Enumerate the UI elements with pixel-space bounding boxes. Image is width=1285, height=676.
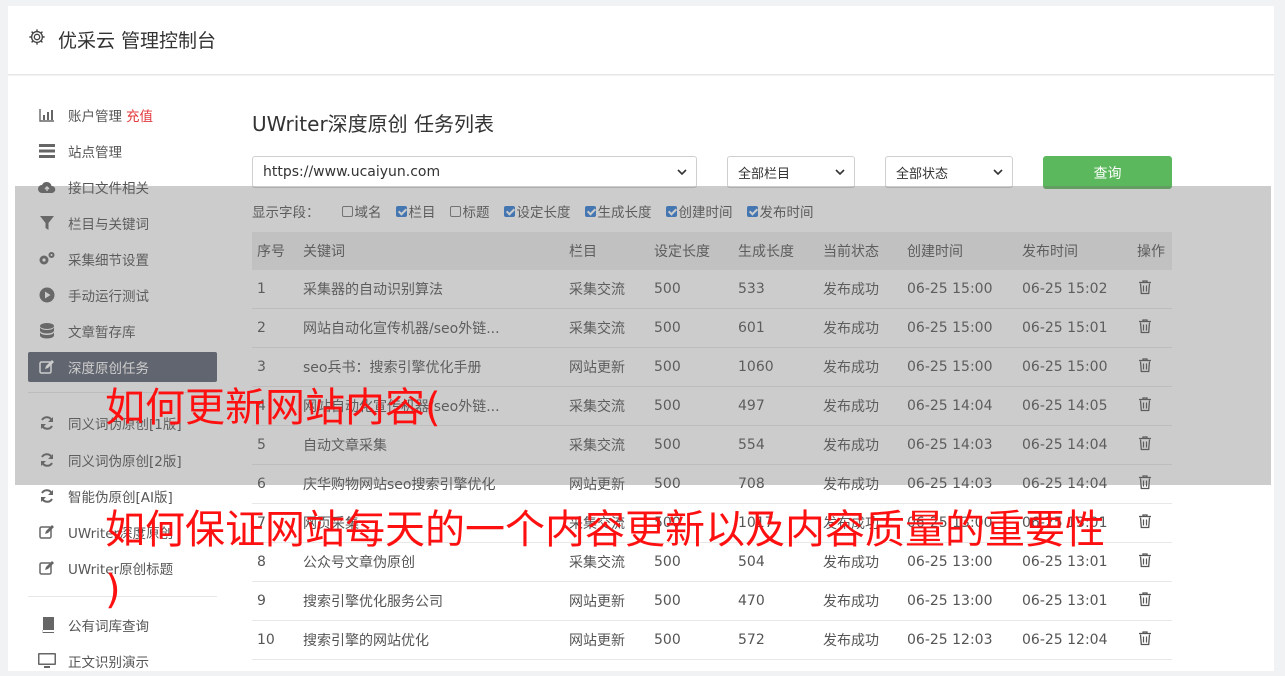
keyword-cell: 搜索引擎的网站优化 — [298, 620, 564, 660]
published-time-cell: 06-25 12:04 — [1017, 620, 1132, 660]
site-select[interactable]: https://www.ucaiyun.com — [252, 156, 697, 188]
monitor-icon — [38, 652, 56, 670]
chevron-down-icon — [677, 169, 687, 176]
trash-icon[interactable] — [1137, 513, 1153, 529]
status-cell: 发布成功 — [818, 620, 902, 660]
sidebar-item-label: 账户管理 — [68, 109, 122, 125]
gear-icon — [29, 29, 45, 45]
status-select[interactable]: 全部状态 — [885, 156, 1013, 188]
gray-overlay-band — [15, 186, 1271, 485]
column-cell: 网站更新 — [564, 581, 649, 621]
refresh-icon — [38, 487, 56, 505]
table-row: 9 搜索引擎优化服务公司 网站更新 500 470 发布成功 06-25 13:00 06-2… — [252, 581, 1172, 621]
created-time-cell: 06-25 12:03 — [902, 620, 1017, 660]
keyword-cell: 搜索引擎优化服务公司 — [298, 581, 564, 621]
top-header: 优采云 管理控制台 — [8, 6, 1274, 75]
chevron-down-icon — [835, 169, 845, 176]
column-cell: 网站更新 — [564, 620, 649, 660]
sidebar-item-label: 公有词库查询 — [68, 619, 149, 635]
edit-icon — [38, 559, 56, 577]
query-button[interactable]: 查询 — [1043, 156, 1172, 189]
sidebar-item-label: 正文识别演示 — [68, 655, 149, 671]
table-row: 10 搜索引擎的网站优化 网站更新 500 572 发布成功 06-25 12:03 06-2… — [252, 620, 1172, 660]
app-title: 优采云 管理控制台 — [58, 30, 217, 52]
actions-cell — [1132, 581, 1172, 621]
book-icon — [38, 616, 56, 634]
gen-length-cell: 470 — [733, 581, 818, 621]
created-time-cell: 06-25 13:00 — [902, 581, 1017, 621]
gen-length-cell: 572 — [733, 620, 818, 660]
actions-cell — [1132, 542, 1172, 582]
chevron-down-icon — [993, 169, 1003, 176]
sidebar-item-sites[interactable]: 站点管理 — [28, 136, 217, 166]
trash-icon[interactable] — [1137, 552, 1153, 568]
trash-icon[interactable] — [1137, 591, 1153, 607]
recharge-link[interactable]: 充值 — [126, 105, 153, 125]
overlay-text-line3: ) — [105, 567, 121, 613]
sidebar-item-account[interactable]: 账户管理 充值 — [28, 100, 217, 130]
sidebar-divider — [28, 596, 217, 597]
edit-icon — [38, 523, 56, 541]
set-length-cell: 500 — [649, 581, 733, 621]
status-cell: 发布成功 — [818, 581, 902, 621]
row-index: 10 — [252, 620, 298, 660]
overlay-text-line2: 如何保证网站每天的一个内容更新以及内容质量的重要性 — [105, 507, 1105, 553]
sidebar-item-label: 智能伪原创[AI版] — [68, 490, 173, 506]
page-title: UWriter深度原创 任务列表 — [252, 112, 495, 136]
list-icon — [38, 142, 56, 160]
trash-icon[interactable] — [1137, 630, 1153, 646]
column-select[interactable]: 全部栏目 — [727, 156, 855, 188]
actions-cell — [1132, 620, 1172, 660]
sidebar-item-uwriter-title[interactable]: UWriter原创标题 — [28, 553, 217, 583]
published-time-cell: 06-25 13:01 — [1017, 581, 1132, 621]
sidebar-item-lexicon[interactable]: 公有词库查询 — [28, 610, 217, 640]
bar-chart-icon — [38, 106, 56, 124]
sidebar-item-label: 站点管理 — [68, 145, 122, 161]
set-length-cell: 500 — [649, 620, 733, 660]
actions-cell — [1132, 503, 1172, 543]
row-index: 9 — [252, 581, 298, 621]
overlay-text-line1: 如何更新网站内容( — [105, 385, 441, 431]
sidebar-item-text-detect[interactable]: 正文识别演示 — [28, 646, 217, 676]
